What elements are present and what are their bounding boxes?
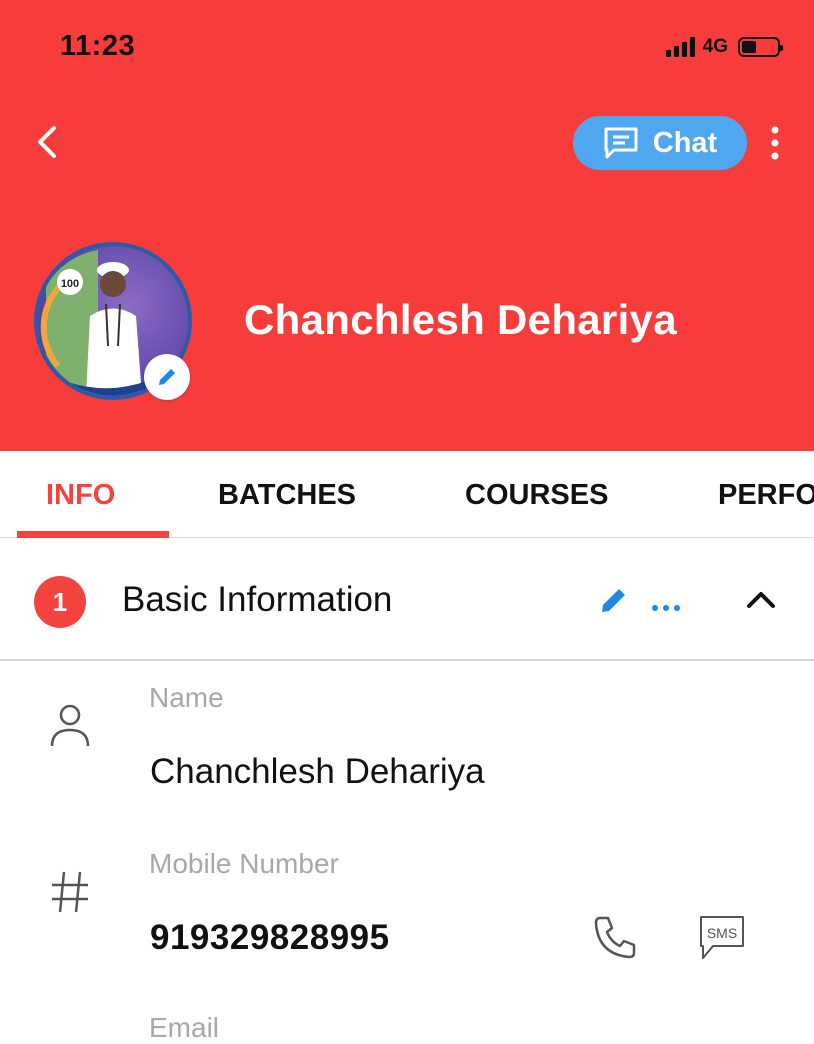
status-indicators: 4G (665, 36, 783, 58)
avatar-container: 100 (34, 242, 192, 400)
person-icon (48, 702, 92, 753)
tab-info[interactable]: INFO (46, 479, 115, 512)
avatar-edit-button[interactable] (144, 354, 190, 400)
signal-icon (665, 37, 695, 57)
chat-icon (604, 127, 638, 159)
section-title: Basic Information (122, 580, 393, 619)
section-more-button[interactable] (650, 584, 684, 616)
chevron-up-icon (747, 592, 775, 608)
mobile-label: Mobile Number (149, 848, 339, 879)
call-button[interactable] (592, 914, 638, 965)
step-badge: 1 (34, 576, 86, 628)
collapse-button[interactable] (744, 584, 778, 614)
back-button[interactable] (30, 120, 70, 164)
more-horizontal-icon (652, 605, 680, 611)
network-type: 4G (702, 36, 728, 57)
chat-button[interactable]: Chat (573, 116, 747, 170)
section-edit-button[interactable] (598, 584, 630, 616)
avatar-badge-text: 100 (61, 278, 79, 290)
name-value: Chanchlesh Dehariya (150, 752, 485, 791)
tab-courses[interactable]: COURSES (465, 479, 608, 512)
chat-label: Chat (652, 126, 718, 159)
pencil-icon (159, 369, 175, 385)
tab-batches[interactable]: BATCHES (218, 479, 356, 512)
email-label: Email (149, 1012, 220, 1043)
chevron-left-icon (38, 126, 56, 158)
profile-header: 11:23 4G Chat 100 Chanchlesh Dehariya (0, 0, 814, 451)
sms-text: SMS (707, 925, 737, 941)
basic-information-header[interactable]: 1 Basic Information (0, 538, 814, 661)
sms-button[interactable]: SMS (697, 914, 747, 967)
hash-icon (50, 870, 90, 919)
active-tab-indicator (17, 531, 169, 538)
sms-icon: SMS (700, 916, 744, 959)
profile-name: Chanchlesh Dehariya (244, 296, 677, 343)
phone-icon (594, 916, 636, 959)
name-label: Name (149, 682, 224, 713)
tab-performance[interactable]: PERFO (718, 479, 814, 512)
pencil-icon (602, 589, 625, 612)
status-time: 11:23 (60, 30, 136, 62)
mobile-value: 919329828995 (150, 918, 390, 957)
more-vertical-icon (771, 126, 779, 160)
tab-bar: INFO BATCHES COURSES PERFO (0, 451, 814, 538)
battery-icon (738, 37, 783, 57)
more-options-button[interactable] (764, 124, 786, 162)
